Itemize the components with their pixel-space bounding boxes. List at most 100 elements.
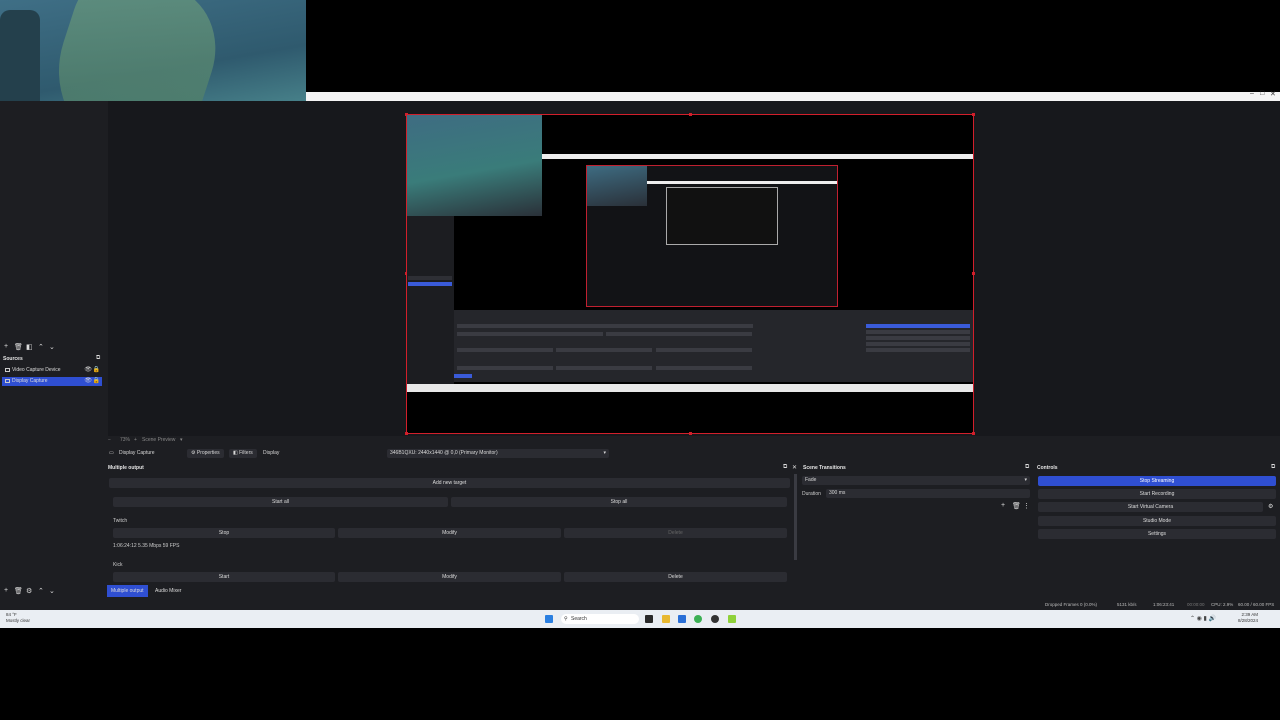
transition-select[interactable]: Fade ▾ <box>802 476 1030 485</box>
search-icon: ⚲ <box>564 616 568 622</box>
add-transition-icon[interactable]: + <box>1001 502 1005 509</box>
dropped-frames: Dropped Frames 0 (0.0%) <box>1045 602 1098 607</box>
move-down-icon[interactable]: ⌄ <box>49 587 55 595</box>
weather-widget[interactable]: 84 °F Mostly clear <box>6 612 30 624</box>
source-video-capture-device[interactable]: Video Capture Device 👁 🔒 <box>2 366 102 375</box>
obs-icon[interactable] <box>711 615 719 623</box>
lock-icon[interactable]: 🔒 <box>93 377 100 386</box>
task-view-icon[interactable] <box>645 615 653 623</box>
twitch-stop-button[interactable]: Stop <box>113 528 335 538</box>
monitor-icon: ▭ <box>109 450 114 456</box>
nested-taskbar <box>407 384 973 392</box>
app-icon[interactable] <box>728 615 736 623</box>
start-icon[interactable] <box>545 615 553 623</box>
record-time: 00:00:00 <box>1187 602 1205 607</box>
target-name-twitch: Twitch <box>113 518 128 524</box>
monitor-icon <box>5 379 10 383</box>
tab-audio-mixer[interactable]: Audio Mixer <box>151 585 185 597</box>
start-recording-button[interactable]: Start Recording <box>1038 489 1276 499</box>
kick-delete-button[interactable]: Delete <box>564 572 787 582</box>
window-titlebar: – □ ✕ <box>306 90 1280 101</box>
left-dock <box>0 230 105 610</box>
status-bar: Dropped Frames 0 (0.0%) 5131 kb/s 1:06:2… <box>0 599 1280 610</box>
target-name-kick: Kick <box>113 562 123 568</box>
file-explorer-icon[interactable] <box>662 615 670 623</box>
filters-button[interactable]: ◧ Filters <box>229 449 257 458</box>
studio-mode-button[interactable]: Studio Mode <box>1038 516 1276 526</box>
nested-source-row-selected <box>408 282 452 286</box>
twitch-stats: 1:06:24:12 5.35 Mbps 59 FPS <box>113 543 180 549</box>
chevron-down-icon: ▾ <box>1024 477 1027 483</box>
dock-undock-icon[interactable]: ⧉ <box>1271 464 1275 471</box>
add-source-icon[interactable]: + <box>4 587 8 594</box>
properties-button[interactable]: ⚙ Properties <box>187 449 224 458</box>
source-display-capture[interactable]: Display Capture 👁 🔒 <box>2 377 102 386</box>
nested-dock <box>407 216 454 386</box>
close-icon[interactable]: ✕ <box>1270 90 1276 98</box>
camera-icon <box>5 368 10 372</box>
remove-source-icon[interactable]: 🗑 <box>14 587 23 595</box>
kick-modify-button[interactable]: Modify <box>338 572 561 582</box>
move-up-icon[interactable]: ⌃ <box>38 343 44 351</box>
display-label: Display <box>263 450 280 456</box>
more-options-icon[interactable]: ⋮ <box>1023 502 1030 510</box>
twitch-modify-button[interactable]: Modify <box>338 528 561 538</box>
zoom-level: 73% <box>120 437 131 443</box>
cpu-usage: CPU: 2.9% <box>1211 602 1234 607</box>
search-input[interactable]: ⚲ Search <box>561 614 639 624</box>
kick-start-button[interactable]: Start <box>113 572 335 582</box>
chevron-down-icon: ▾ <box>603 450 606 456</box>
dock-undock-icon[interactable]: ⧉ <box>783 464 787 471</box>
nested-titlebar-2 <box>647 181 837 184</box>
move-down-icon[interactable]: ⌄ <box>49 343 55 351</box>
visibility-eye-icon[interactable]: 👁 <box>84 366 92 375</box>
lock-icon[interactable]: 🔒 <box>93 366 100 375</box>
bitrate: 5131 kb/s <box>1117 602 1137 607</box>
gear-icon[interactable]: ⚙ <box>26 587 32 595</box>
visibility-eye-icon[interactable]: 👁 <box>84 377 92 386</box>
display-select[interactable]: 346B1QXU: 2440x1440 @ 0,0 (Primary Monit… <box>387 449 609 458</box>
fps: 60.00 / 60.00 FPS <box>1238 602 1275 607</box>
stop-all-button[interactable]: Stop all <box>451 497 787 507</box>
start-all-button[interactable]: Start all <box>113 497 448 507</box>
nested-bottom-panels <box>454 310 973 382</box>
duration-input[interactable]: 300 ms <box>826 489 1030 498</box>
nested-preview-3 <box>666 187 778 245</box>
store-icon[interactable] <box>678 615 686 623</box>
clock[interactable]: 2:39 AM 8/28/2024 <box>1238 612 1258 624</box>
chevron-down-icon[interactable]: ▾ <box>180 437 183 443</box>
start-virtual-camera-button[interactable]: Start Virtual Camera <box>1038 502 1263 512</box>
close-icon[interactable]: ✕ <box>792 464 797 471</box>
dock-undock-icon[interactable]: ⧉ <box>1025 464 1029 471</box>
dock-undock-icon[interactable]: ⧉ <box>96 355 100 362</box>
source-properties-bar: ▭ Display Capture ⚙ Properties ◧ Filters… <box>105 447 795 460</box>
remove-scene-icon[interactable]: 🗑 <box>14 343 23 351</box>
stop-streaming-button[interactable]: Stop Streaming <box>1038 476 1276 486</box>
add-new-target-button[interactable]: Add new target <box>109 478 790 488</box>
chrome-icon[interactable] <box>694 615 702 623</box>
controls-header: Controls <box>1037 465 1058 471</box>
duration-label: Duration <box>802 491 821 497</box>
scene-filters-icon[interactable]: ◧ <box>26 343 33 351</box>
scrollbar[interactable] <box>794 474 797 560</box>
scene-transitions-header: Scene Transitions <box>803 465 846 471</box>
nested-titlebar <box>542 154 973 159</box>
add-scene-icon[interactable]: + <box>4 343 8 350</box>
canvas-selector[interactable]: Scene Preview <box>142 437 175 443</box>
system-tray-icons[interactable]: ⌃ ◉ ▮ 🔊 <box>1190 615 1216 622</box>
settings-button[interactable]: Settings <box>1038 529 1276 539</box>
nested-source-row <box>408 276 452 280</box>
twitch-delete-button[interactable]: Delete <box>564 528 787 538</box>
nested-video <box>407 115 542 216</box>
sources-header: Sources <box>3 356 23 362</box>
tab-multiple-output[interactable]: Multiple output <box>107 585 148 597</box>
minimize-icon[interactable]: – <box>1250 90 1254 97</box>
multiple-output-header: Multiple output <box>108 465 144 471</box>
windows-taskbar: 84 °F Mostly clear ⚲ Search ⌃ ◉ ▮ 🔊 2:39… <box>0 610 1280 628</box>
move-up-icon[interactable]: ⌃ <box>38 587 44 595</box>
maximize-icon[interactable]: □ <box>1260 90 1264 97</box>
zoom-bar: − 73% + Scene Preview ▾ <box>108 437 183 443</box>
nested-video-2 <box>587 166 647 206</box>
remove-transition-icon[interactable]: 🗑 <box>1012 502 1021 510</box>
gear-icon[interactable]: ⚙ <box>1268 503 1273 510</box>
